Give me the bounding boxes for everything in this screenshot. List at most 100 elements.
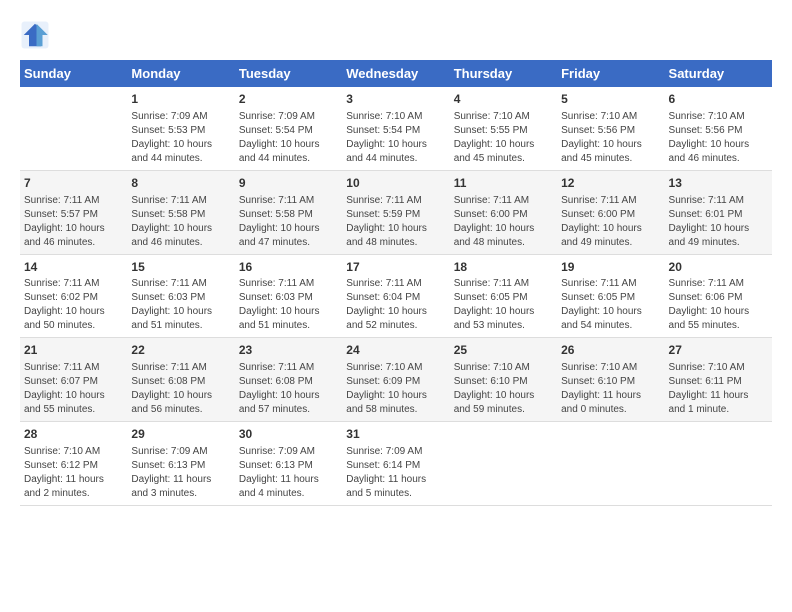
day-cell: 16Sunrise: 7:11 AM Sunset: 6:03 PM Dayli… — [235, 254, 342, 338]
day-info: Sunrise: 7:11 AM Sunset: 5:57 PM Dayligh… — [24, 194, 123, 250]
day-info: Sunrise: 7:11 AM Sunset: 6:08 PM Dayligh… — [239, 361, 338, 417]
day-info: Sunrise: 7:10 AM Sunset: 5:56 PM Dayligh… — [669, 110, 768, 166]
page-header — [20, 20, 772, 50]
day-cell — [450, 422, 557, 506]
day-number: 18 — [454, 259, 553, 276]
day-cell: 13 Sunrise: 7:11 AM Sunset: 6:01 PM Dayli… — [665, 170, 772, 254]
day-info: Sunrise: 7:11 AM Sunset: 6:05 PM Dayligh… — [561, 277, 660, 333]
col-header-friday: Friday — [557, 60, 664, 87]
day-number: 9 — [239, 175, 338, 192]
day-info: Sunrise: 7:11 AM Sunset: 6:06 PM Dayligh… — [669, 277, 768, 333]
day-number: 20 — [669, 259, 768, 276]
col-header-saturday: Saturday — [665, 60, 772, 87]
day-cell: 24 Sunrise: 7:10 AM Sunset: 6:09 PM Dayli… — [342, 338, 449, 422]
day-cell: 15Sunrise: 7:11 AM Sunset: 6:03 PM Dayli… — [127, 254, 234, 338]
day-info: Sunrise: 7:11 AM Sunset: 6:05 PM Dayligh… — [454, 277, 553, 333]
day-cell: 11 Sunrise: 7:11 AM Sunset: 6:00 PM Dayli… — [450, 170, 557, 254]
week-row-5: 28 Sunrise: 7:10 AM Sunset: 6:12 PM Dayli… — [20, 422, 772, 506]
day-cell: 28 Sunrise: 7:10 AM Sunset: 6:12 PM Dayli… — [20, 422, 127, 506]
col-header-thursday: Thursday — [450, 60, 557, 87]
day-cell — [665, 422, 772, 506]
day-info: Sunrise: 7:11 AM Sunset: 6:03 PM Dayligh… — [131, 277, 230, 333]
day-info: Sunrise: 7:10 AM Sunset: 6:12 PM Dayligh… — [24, 445, 123, 501]
day-number: 3 — [346, 91, 445, 108]
day-info: Sunrise: 7:10 AM Sunset: 6:09 PM Dayligh… — [346, 361, 445, 417]
day-cell: 22Sunrise: 7:11 AM Sunset: 6:08 PM Dayli… — [127, 338, 234, 422]
day-cell: 26 Sunrise: 7:10 AM Sunset: 6:10 PM Dayli… — [557, 338, 664, 422]
day-info: Sunrise: 7:10 AM Sunset: 5:55 PM Dayligh… — [454, 110, 553, 166]
day-cell: 2 Sunrise: 7:09 AM Sunset: 5:54 PM Daylig… — [235, 87, 342, 170]
day-info: Sunrise: 7:10 AM Sunset: 6:10 PM Dayligh… — [454, 361, 553, 417]
day-cell: 12 Sunrise: 7:11 AM Sunset: 6:00 PM Dayli… — [557, 170, 664, 254]
day-cell: 30 Sunrise: 7:09 AM Sunset: 6:13 PM Dayli… — [235, 422, 342, 506]
day-info: Sunrise: 7:09 AM Sunset: 5:54 PM Dayligh… — [239, 110, 338, 166]
day-number: 23 — [239, 342, 338, 359]
day-number: 15 — [131, 259, 230, 276]
day-info: Sunrise: 7:09 AM Sunset: 6:14 PM Dayligh… — [346, 445, 445, 501]
logo — [20, 20, 54, 50]
logo-icon — [20, 20, 50, 50]
day-cell — [20, 87, 127, 170]
day-number: 21 — [24, 342, 123, 359]
day-cell: 23 Sunrise: 7:11 AM Sunset: 6:08 PM Dayli… — [235, 338, 342, 422]
day-number: 12 — [561, 175, 660, 192]
day-cell: 18Sunrise: 7:11 AM Sunset: 6:05 PM Dayli… — [450, 254, 557, 338]
day-number: 7 — [24, 175, 123, 192]
day-info: Sunrise: 7:11 AM Sunset: 6:08 PM Dayligh… — [131, 361, 230, 417]
day-info: Sunrise: 7:10 AM Sunset: 5:54 PM Dayligh… — [346, 110, 445, 166]
day-cell: 10 Sunrise: 7:11 AM Sunset: 5:59 PM Dayli… — [342, 170, 449, 254]
day-number: 24 — [346, 342, 445, 359]
day-cell: 19Sunrise: 7:11 AM Sunset: 6:05 PM Dayli… — [557, 254, 664, 338]
day-info: Sunrise: 7:10 AM Sunset: 6:10 PM Dayligh… — [561, 361, 660, 417]
day-number: 19 — [561, 259, 660, 276]
day-info: Sunrise: 7:11 AM Sunset: 5:58 PM Dayligh… — [239, 194, 338, 250]
day-cell: 31 Sunrise: 7:09 AM Sunset: 6:14 PM Dayli… — [342, 422, 449, 506]
day-cell: 20Sunrise: 7:11 AM Sunset: 6:06 PM Dayli… — [665, 254, 772, 338]
col-header-sunday: Sunday — [20, 60, 127, 87]
day-number: 16 — [239, 259, 338, 276]
day-number: 1 — [131, 91, 230, 108]
day-info: Sunrise: 7:11 AM Sunset: 6:00 PM Dayligh… — [454, 194, 553, 250]
day-cell: 9 Sunrise: 7:11 AM Sunset: 5:58 PM Daylig… — [235, 170, 342, 254]
week-row-4: 21Sunrise: 7:11 AM Sunset: 6:07 PM Dayli… — [20, 338, 772, 422]
day-info: Sunrise: 7:09 AM Sunset: 6:13 PM Dayligh… — [239, 445, 338, 501]
day-number: 28 — [24, 426, 123, 443]
col-header-wednesday: Wednesday — [342, 60, 449, 87]
day-number: 6 — [669, 91, 768, 108]
header-row: SundayMondayTuesdayWednesdayThursdayFrid… — [20, 60, 772, 87]
day-cell: 4 Sunrise: 7:10 AM Sunset: 5:55 PM Daylig… — [450, 87, 557, 170]
day-info: Sunrise: 7:11 AM Sunset: 5:59 PM Dayligh… — [346, 194, 445, 250]
day-cell: 1Sunrise: 7:09 AM Sunset: 5:53 PM Daylig… — [127, 87, 234, 170]
day-number: 5 — [561, 91, 660, 108]
day-info: Sunrise: 7:10 AM Sunset: 5:56 PM Dayligh… — [561, 110, 660, 166]
day-number: 30 — [239, 426, 338, 443]
day-info: Sunrise: 7:11 AM Sunset: 6:04 PM Dayligh… — [346, 277, 445, 333]
day-number: 13 — [669, 175, 768, 192]
day-cell: 27Sunrise: 7:10 AM Sunset: 6:11 PM Dayli… — [665, 338, 772, 422]
calendar-table: SundayMondayTuesdayWednesdayThursdayFrid… — [20, 60, 772, 506]
day-number: 25 — [454, 342, 553, 359]
day-number: 2 — [239, 91, 338, 108]
day-cell — [557, 422, 664, 506]
day-number: 31 — [346, 426, 445, 443]
day-number: 27 — [669, 342, 768, 359]
week-row-2: 7 Sunrise: 7:11 AM Sunset: 5:57 PM Daylig… — [20, 170, 772, 254]
day-info: Sunrise: 7:11 AM Sunset: 6:01 PM Dayligh… — [669, 194, 768, 250]
day-number: 10 — [346, 175, 445, 192]
day-number: 4 — [454, 91, 553, 108]
col-header-monday: Monday — [127, 60, 234, 87]
day-cell: 6 Sunrise: 7:10 AM Sunset: 5:56 PM Daylig… — [665, 87, 772, 170]
day-number: 26 — [561, 342, 660, 359]
day-cell: 5 Sunrise: 7:10 AM Sunset: 5:56 PM Daylig… — [557, 87, 664, 170]
day-cell: 21Sunrise: 7:11 AM Sunset: 6:07 PM Dayli… — [20, 338, 127, 422]
day-number: 8 — [131, 175, 230, 192]
day-info: Sunrise: 7:09 AM Sunset: 6:13 PM Dayligh… — [131, 445, 230, 501]
week-row-3: 14Sunrise: 7:11 AM Sunset: 6:02 PM Dayli… — [20, 254, 772, 338]
day-number: 11 — [454, 175, 553, 192]
day-cell: 25 Sunrise: 7:10 AM Sunset: 6:10 PM Dayli… — [450, 338, 557, 422]
day-cell: 7 Sunrise: 7:11 AM Sunset: 5:57 PM Daylig… — [20, 170, 127, 254]
day-info: Sunrise: 7:11 AM Sunset: 6:00 PM Dayligh… — [561, 194, 660, 250]
day-cell: 29 Sunrise: 7:09 AM Sunset: 6:13 PM Dayli… — [127, 422, 234, 506]
day-number: 29 — [131, 426, 230, 443]
day-number: 17 — [346, 259, 445, 276]
